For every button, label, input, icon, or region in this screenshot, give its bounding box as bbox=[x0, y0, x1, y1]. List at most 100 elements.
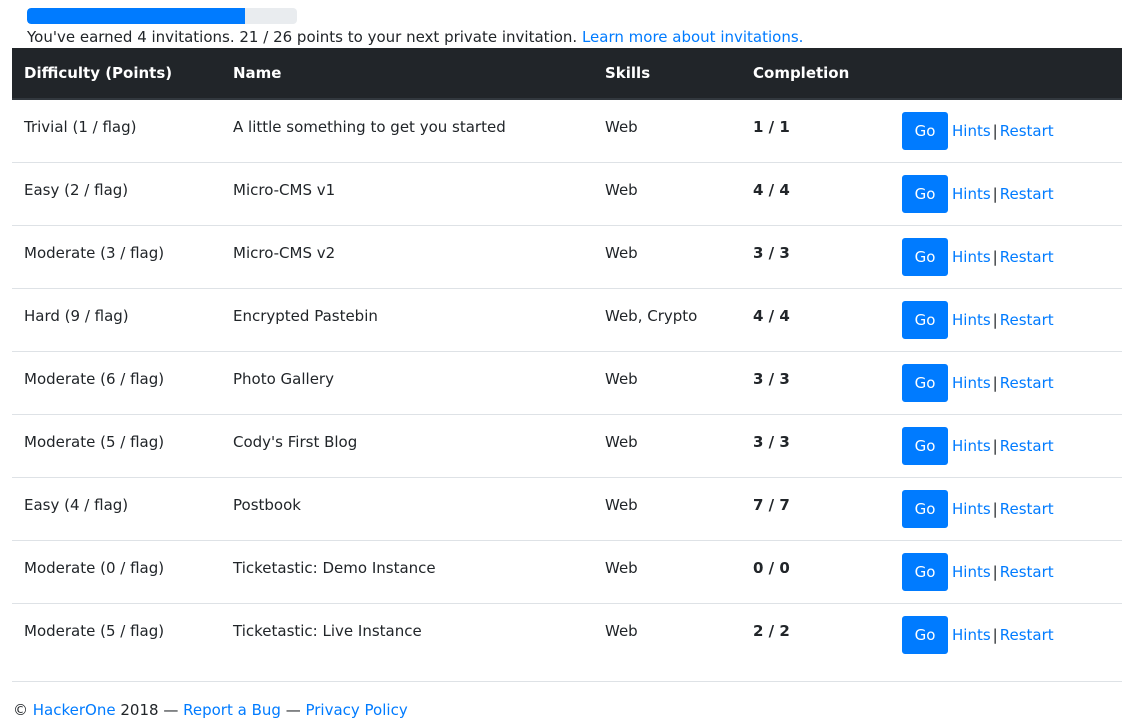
link-separator: | bbox=[992, 626, 998, 644]
difficulty-cell: Hard (9 / flag) bbox=[12, 288, 221, 352]
difficulty-cell: Moderate (6 / flag) bbox=[12, 351, 221, 415]
level-name-text: Ticketastic: Demo Instance bbox=[233, 559, 436, 577]
hints-link[interactable]: Hints bbox=[952, 374, 991, 392]
actions-cell: Go Hints | Restart bbox=[890, 162, 1122, 226]
level-name-cell: Ticketastic: Demo Instance bbox=[221, 540, 593, 604]
levels-table: Difficulty (Points) Name Skills Completi… bbox=[12, 48, 1122, 666]
completion-text: 3 / 3 bbox=[753, 433, 790, 451]
go-button[interactable]: Go bbox=[902, 553, 948, 591]
go-button[interactable]: Go bbox=[902, 490, 948, 528]
level-name-text: Encrypted Pastebin bbox=[233, 307, 378, 325]
link-separator: | bbox=[992, 374, 998, 392]
action-links: Hints | Restart bbox=[952, 248, 1054, 266]
hints-link[interactable]: Hints bbox=[952, 500, 991, 518]
hints-link[interactable]: Hints bbox=[952, 185, 991, 203]
difficulty-cell: Easy (2 / flag) bbox=[12, 162, 221, 226]
table-row: Easy (2 / flag) Micro-CMS v1 Web 4 / 4 Go Hin… bbox=[12, 162, 1122, 226]
go-button[interactable]: Go bbox=[902, 112, 948, 150]
hints-link[interactable]: Hints bbox=[952, 311, 991, 329]
go-button[interactable]: Go bbox=[902, 616, 948, 654]
skills-text: Web bbox=[605, 370, 638, 388]
go-button[interactable]: Go bbox=[902, 364, 948, 402]
go-button[interactable]: Go bbox=[902, 427, 948, 465]
level-name-text: Postbook bbox=[233, 496, 301, 514]
difficulty-cell: Easy (4 / flag) bbox=[12, 477, 221, 541]
level-name-cell: Encrypted Pastebin bbox=[221, 288, 593, 352]
difficulty-text: Moderate (0 / flag) bbox=[24, 559, 165, 577]
action-links: Hints | Restart bbox=[952, 185, 1054, 203]
hackerone-link[interactable]: HackerOne bbox=[33, 701, 116, 719]
difficulty-cell: Moderate (3 / flag) bbox=[12, 225, 221, 289]
skills-text: Web bbox=[605, 559, 638, 577]
hints-link[interactable]: Hints bbox=[952, 437, 991, 455]
report-bug-link[interactable]: Report a Bug bbox=[183, 701, 281, 719]
completion-text: 2 / 2 bbox=[753, 622, 790, 640]
table-row: Moderate (6 / flag) Photo Gallery Web 3 / 3… bbox=[12, 351, 1122, 415]
skills-text: Web bbox=[605, 433, 638, 451]
actions-cell: Go Hints | Restart bbox=[890, 288, 1122, 352]
completion-text: 7 / 7 bbox=[753, 496, 790, 514]
header-difficulty: Difficulty (Points) bbox=[12, 48, 221, 100]
restart-link[interactable]: Restart bbox=[1000, 185, 1054, 203]
privacy-policy-link[interactable]: Privacy Policy bbox=[305, 701, 407, 719]
restart-link[interactable]: Restart bbox=[1000, 500, 1054, 518]
completion-text: 1 / 1 bbox=[753, 118, 790, 136]
page: You've earned 4 invitations. 21 / 26 poi… bbox=[0, 0, 1130, 727]
restart-link[interactable]: Restart bbox=[1000, 374, 1054, 392]
header-skills: Skills bbox=[593, 48, 741, 100]
completion-cell: 0 / 0 bbox=[741, 540, 890, 604]
skills-cell: Web bbox=[593, 225, 741, 289]
completion-cell: 3 / 3 bbox=[741, 351, 890, 415]
skills-cell: Web, Crypto bbox=[593, 288, 741, 352]
footer-dash: — bbox=[285, 701, 301, 719]
hints-link[interactable]: Hints bbox=[952, 248, 991, 266]
actions-cell: Go Hints | Restart bbox=[890, 414, 1122, 478]
completion-text: 4 / 4 bbox=[753, 181, 790, 199]
actions-cell: Go Hints | Restart bbox=[890, 351, 1122, 415]
restart-link[interactable]: Restart bbox=[1000, 626, 1054, 644]
table-row: Moderate (5 / flag) Cody's First Blog Web 3… bbox=[12, 414, 1122, 478]
skills-text: Web, Crypto bbox=[605, 307, 698, 325]
skills-cell: Web bbox=[593, 603, 741, 666]
go-button[interactable]: Go bbox=[902, 301, 948, 339]
difficulty-cell: Moderate (5 / flag) bbox=[12, 603, 221, 666]
go-button[interactable]: Go bbox=[902, 175, 948, 213]
skills-text: Web bbox=[605, 244, 638, 262]
restart-link[interactable]: Restart bbox=[1000, 122, 1054, 140]
hints-link[interactable]: Hints bbox=[952, 122, 991, 140]
action-links: Hints | Restart bbox=[952, 122, 1054, 140]
copyright-symbol: © bbox=[13, 701, 28, 719]
restart-link[interactable]: Restart bbox=[1000, 248, 1054, 266]
table-row: Trivial (1 / flag) A little something to … bbox=[12, 99, 1122, 163]
skills-text: Web bbox=[605, 181, 638, 199]
skills-cell: Web bbox=[593, 477, 741, 541]
hints-link[interactable]: Hints bbox=[952, 563, 991, 581]
restart-link[interactable]: Restart bbox=[1000, 437, 1054, 455]
action-links: Hints | Restart bbox=[952, 374, 1054, 392]
learn-more-invitations-link[interactable]: Learn more about invitations. bbox=[582, 28, 803, 46]
restart-link[interactable]: Restart bbox=[1000, 311, 1054, 329]
invitation-status-text: You've earned 4 invitations. 21 / 26 poi… bbox=[27, 28, 578, 46]
restart-link[interactable]: Restart bbox=[1000, 563, 1054, 581]
skills-cell: Web bbox=[593, 351, 741, 415]
difficulty-text: Moderate (5 / flag) bbox=[24, 433, 165, 451]
go-button[interactable]: Go bbox=[902, 238, 948, 276]
link-separator: | bbox=[992, 437, 998, 455]
level-name-cell: Ticketastic: Live Instance bbox=[221, 603, 593, 666]
level-name-text: A little something to get you started bbox=[233, 118, 506, 136]
completion-text: 3 / 3 bbox=[753, 370, 790, 388]
difficulty-text: Trivial (1 / flag) bbox=[24, 118, 137, 136]
completion-text: 0 / 0 bbox=[753, 559, 790, 577]
completion-cell: 1 / 1 bbox=[741, 99, 890, 163]
hints-link[interactable]: Hints bbox=[952, 626, 991, 644]
table-row: Hard (9 / flag) Encrypted Pastebin Web, Cr… bbox=[12, 288, 1122, 352]
completion-cell: 3 / 3 bbox=[741, 225, 890, 289]
skills-cell: Web bbox=[593, 162, 741, 226]
levels-table-header: Difficulty (Points) Name Skills Completi… bbox=[12, 48, 1122, 100]
header-name: Name bbox=[221, 48, 593, 100]
difficulty-text: Easy (4 / flag) bbox=[24, 496, 129, 514]
skills-cell: Web bbox=[593, 540, 741, 604]
footer-divider bbox=[12, 681, 1122, 682]
completion-cell: 3 / 3 bbox=[741, 414, 890, 478]
difficulty-text: Moderate (3 / flag) bbox=[24, 244, 165, 262]
